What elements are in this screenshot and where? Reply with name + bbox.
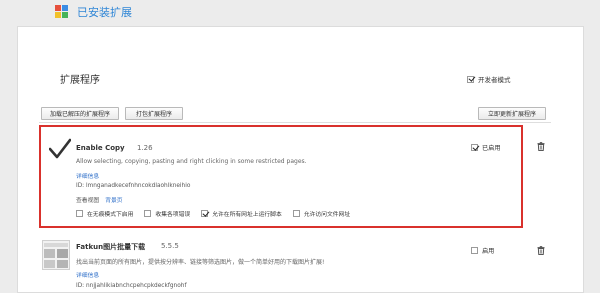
extensions-logo-icon (55, 5, 68, 19)
extension-description: 找出当前页面的所有图片，提供按分辨率、链接等筛选图片，做一个简单好用的下载图片扩… (76, 259, 325, 266)
option-label: 允许在所有网址上运行脚本 (212, 212, 282, 218)
option-incognito-checkbox[interactable] (76, 210, 83, 217)
option-label: 收集各项错误 (155, 212, 191, 218)
enabled-label: 已启用 (482, 145, 501, 152)
extension-id: ID: lmnganadkecefnhncokdlaohlkneihio (76, 183, 191, 189)
extension-name: Enable Copy (76, 144, 125, 152)
option-all-urls[interactable]: 允许在所有网址上运行脚本 (201, 209, 282, 218)
page-title: 已安装扩展 (77, 6, 132, 19)
developer-mode-checkbox[interactable] (467, 75, 474, 83)
option-file-urls[interactable]: 允许访问文件网址 (292, 209, 351, 218)
extension-id: ID: nnjjahlikiabnchcpehcpkdeckfgnohf (76, 283, 187, 289)
section-title: 扩展程序 (60, 75, 100, 86)
extension-enable-toggle[interactable]: 已启用 (471, 143, 501, 152)
extension-enable-checkbox[interactable] (471, 247, 478, 254)
developer-mode-toggle[interactable]: 开发者模式 (467, 74, 511, 84)
option-collect-errors-checkbox[interactable] (144, 210, 152, 217)
option-incognito[interactable]: 在无痕模式下启用 (76, 209, 133, 218)
divider (39, 122, 551, 123)
views-label: 查看视图 (76, 198, 100, 204)
extension-views: 查看视图 背景页 (76, 195, 123, 204)
option-all-urls-checkbox[interactable] (201, 210, 209, 217)
extension-options: 在无痕模式下启用 收集各项错误 允许在所有网址上运行脚本 允许访问文件网址 (76, 209, 361, 218)
extension-thumbnail-icon (42, 240, 70, 270)
option-label: 在无痕模式下启用 (87, 212, 134, 218)
trash-icon[interactable] (537, 246, 545, 255)
option-file-urls-checkbox[interactable] (292, 210, 300, 217)
extension-details-link[interactable]: 详细信息 (76, 270, 99, 279)
enabled-label: 启用 (482, 248, 495, 255)
load-unpacked-button[interactable]: 加载已解压的扩展程序 (41, 107, 119, 120)
extension-version: 1.26 (137, 144, 153, 152)
developer-mode-label: 开发者模式 (478, 76, 511, 84)
trash-icon[interactable] (537, 142, 545, 151)
checkmark-icon (49, 138, 71, 159)
option-label: 允许访问文件网址 (303, 212, 351, 218)
extension-enable-toggle[interactable]: 启用 (471, 246, 494, 255)
extension-name: Fatkun图片批量下载 (76, 243, 146, 251)
extension-enable-checkbox[interactable] (471, 144, 478, 151)
extension-version: 5.5.5 (161, 242, 179, 250)
background-page-link[interactable]: 背景页 (105, 195, 122, 204)
option-collect-errors[interactable]: 收集各项错误 (144, 209, 190, 218)
extension-details-link[interactable]: 详细信息 (76, 171, 99, 180)
update-extensions-button[interactable]: 立即更新扩展程序 (478, 107, 546, 120)
extension-description: Allow selecting, copying, pasting and ri… (76, 158, 307, 165)
pack-extension-button[interactable]: 打包扩展程序 (125, 107, 183, 120)
